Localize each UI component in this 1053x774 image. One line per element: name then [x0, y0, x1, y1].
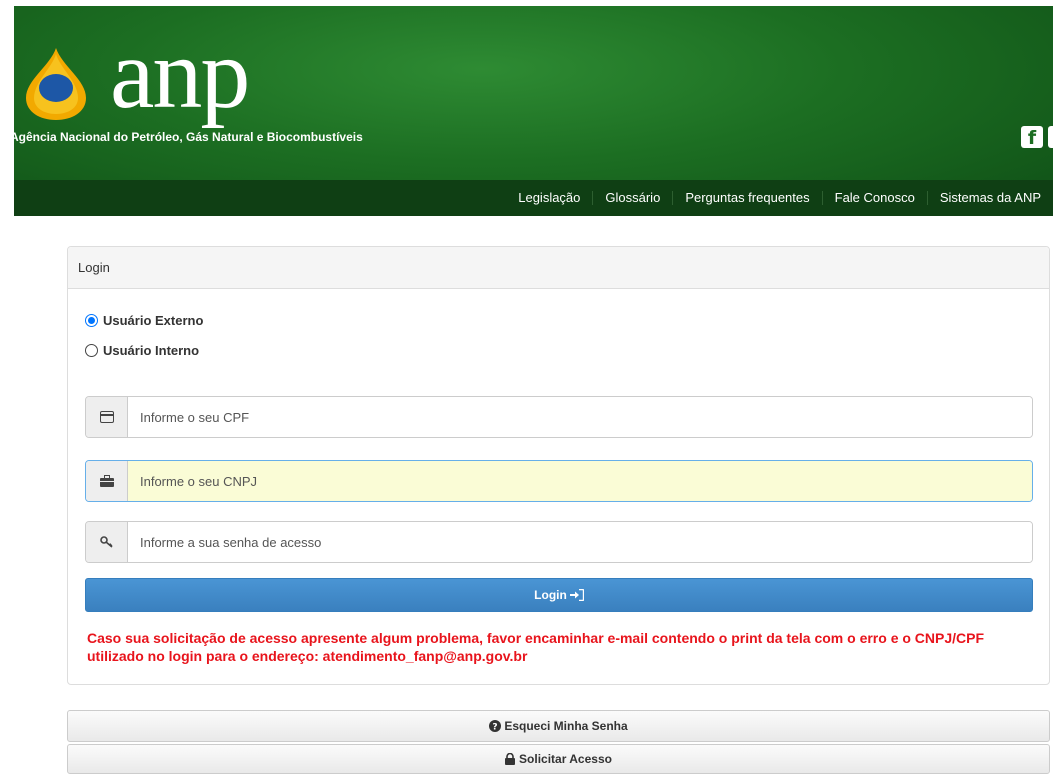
question-circle-icon: ? [489, 720, 502, 733]
radio-external-row[interactable]: Usuário Externo [85, 313, 203, 328]
radio-internal-row[interactable]: Usuário Interno [85, 343, 199, 358]
radio-internal[interactable] [85, 344, 98, 357]
lock-icon [505, 753, 516, 765]
id-card-icon [86, 397, 128, 437]
access-warning-text: Caso sua solicitação de acesso apresente… [87, 630, 985, 664]
cpf-input[interactable] [128, 397, 1032, 437]
forgot-password-button[interactable]: ? Esqueci Minha Senha [67, 710, 1050, 742]
nav-item-fale-conosco[interactable]: Fale Conosco [821, 191, 927, 205]
top-navbar: Legislação Glossário Perguntas frequente… [14, 180, 1053, 216]
radio-external[interactable] [85, 314, 98, 327]
radio-external-label: Usuário Externo [103, 313, 204, 328]
cpf-input-group [85, 396, 1033, 438]
agency-name: Agência Nacional do Petróleo, Gás Natura… [14, 130, 363, 144]
svg-text:?: ? [493, 723, 498, 733]
site-header: anp Agência Nacional do Petróleo, Gás Na… [14, 6, 1053, 216]
login-button-label: Login [534, 588, 567, 602]
social-icon-partial[interactable] [1048, 126, 1053, 148]
nav-item-legislacao[interactable]: Legislação [506, 191, 592, 205]
request-access-button[interactable]: Solicitar Acesso [67, 744, 1050, 774]
cnpj-input-group [85, 460, 1033, 502]
nav-item-glossario[interactable]: Glossário [592, 191, 672, 205]
password-input[interactable] [128, 522, 1032, 562]
facebook-icon[interactable]: f [1021, 126, 1043, 149]
request-access-label: Solicitar Acesso [519, 752, 612, 766]
radio-internal-label: Usuário Interno [103, 343, 200, 358]
nav-item-perguntas[interactable]: Perguntas frequentes [672, 191, 821, 205]
anp-drop-logo-icon [26, 48, 86, 120]
key-icon [86, 522, 128, 562]
forgot-password-label: Esqueci Minha Senha [504, 719, 628, 733]
cnpj-input[interactable] [128, 461, 1032, 501]
login-panel-title: Login [68, 247, 1049, 289]
nav-links: Legislação Glossário Perguntas frequente… [506, 180, 1053, 216]
anp-logo-text: anp [110, 18, 250, 129]
login-button[interactable]: Login [85, 578, 1033, 612]
login-panel: Login Usuário Externo Usuário Interno Lo… [67, 246, 1050, 685]
nav-item-sistemas[interactable]: Sistemas da ANP [926, 191, 1053, 205]
sign-in-icon [569, 589, 584, 601]
briefcase-icon [86, 461, 128, 501]
password-input-group [85, 521, 1033, 563]
